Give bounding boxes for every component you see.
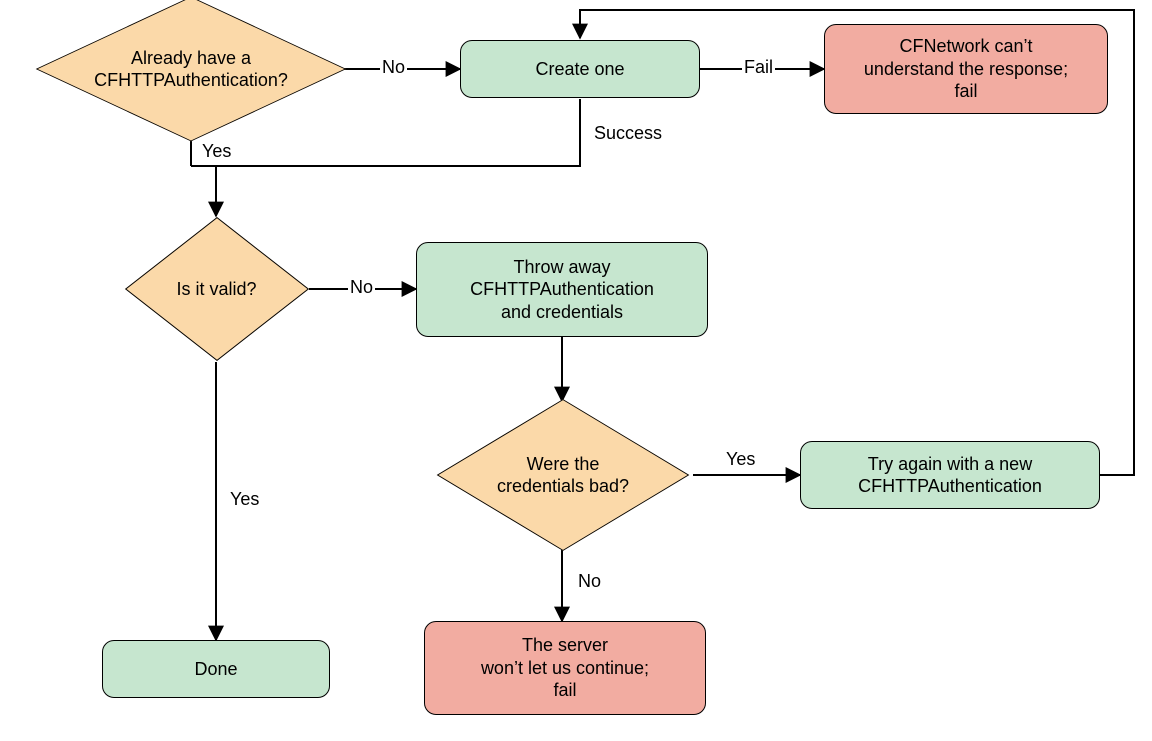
process-create-one-label: Create one [535,58,624,81]
process-done-label: Done [194,658,237,681]
edge-label-creds-yes: Yes [724,450,757,468]
edge-label-create-fail: Fail [742,58,775,76]
decision-have-auth-label: Already have aCFHTTPAuthentication? [40,8,342,130]
edge-label-haveauth-no: No [380,58,407,76]
terminal-server-fail-label: The serverwon’t let us continue;fail [481,634,649,702]
edge-label-haveauth-yes: Yes [200,142,233,160]
process-try-again-label: Try again with a newCFHTTPAuthentication [858,453,1042,498]
edge-label-valid-no: No [348,278,375,296]
process-throw-away: Throw awayCFHTTPAuthenticationand creden… [416,242,708,337]
edge-label-valid-yes: Yes [228,490,261,508]
decision-valid: Is it valid? [124,216,309,362]
decision-valid-label: Is it valid? [124,216,309,362]
decision-creds-bad: Were thecredentials bad? [432,401,694,549]
terminal-fail-understand-label: CFNetwork can’tunderstand the response;f… [864,35,1068,103]
process-done: Done [102,640,330,698]
edge-label-creds-no: No [576,572,603,590]
terminal-fail-understand: CFNetwork can’tunderstand the response;f… [824,24,1108,114]
decision-have-auth: Already have aCFHTTPAuthentication? [40,8,342,130]
process-try-again: Try again with a newCFHTTPAuthentication [800,441,1100,509]
decision-creds-bad-label: Were thecredentials bad? [432,401,694,549]
flowchart: Already have aCFHTTPAuthentication? Crea… [0,0,1152,741]
terminal-server-fail: The serverwon’t let us continue;fail [424,621,706,715]
process-throw-away-label: Throw awayCFHTTPAuthenticationand creden… [470,256,654,324]
edge-label-create-success: Success [592,124,664,142]
process-create-one: Create one [460,40,700,98]
